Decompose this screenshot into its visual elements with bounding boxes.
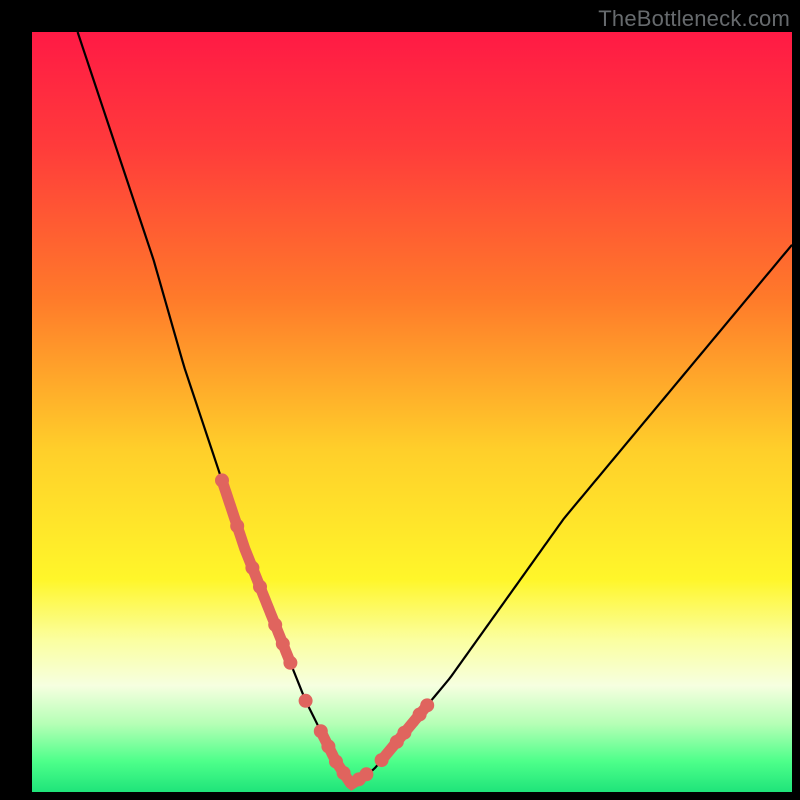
plot-area xyxy=(32,32,792,792)
watermark-text: TheBottleneck.com xyxy=(598,6,790,32)
gradient-background xyxy=(32,32,792,792)
chart-frame: TheBottleneck.com xyxy=(0,0,800,800)
